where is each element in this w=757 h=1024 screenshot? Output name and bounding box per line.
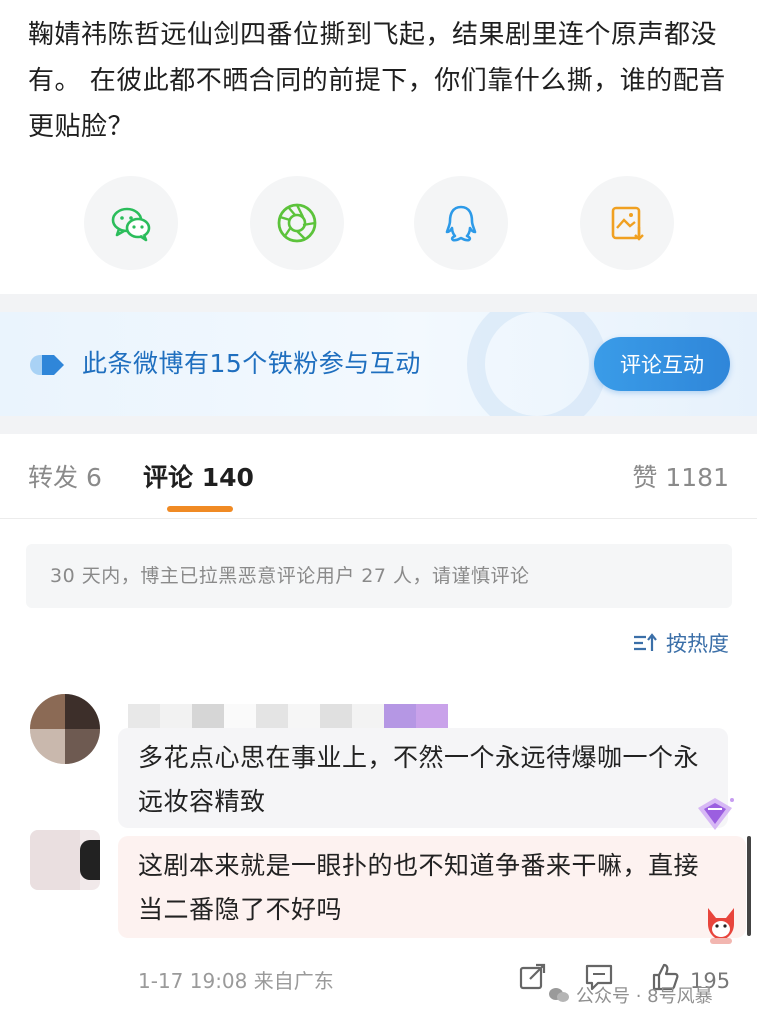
- blocked-users-notice: 30 天内，博主已拉黑恶意评论用户 27 人，请谨慎评论: [26, 544, 732, 608]
- moments-share-icon: [277, 203, 317, 243]
- comment-text[interactable]: 多花点心思在事业上，不然一个永远待爆咖一个永远妆容精致: [138, 736, 718, 824]
- section-divider: [0, 294, 757, 312]
- sort-icon: [634, 633, 657, 651]
- scrollbar[interactable]: [747, 836, 751, 936]
- tab-repost[interactable]: 转发 6: [28, 458, 102, 498]
- fans-banner-text: 此条微博有15个铁粉参与互动: [82, 349, 421, 378]
- tab-like[interactable]: 赞 1181: [632, 458, 729, 498]
- active-tab-indicator: [167, 506, 233, 512]
- watermark: 公众号 · 8号风暴: [548, 980, 713, 1010]
- share-icon[interactable]: [518, 962, 548, 992]
- wechat-share-icon: [111, 207, 151, 242]
- share-row: [0, 176, 757, 272]
- save-image-icon: [611, 206, 644, 241]
- replier-avatar[interactable]: [30, 830, 100, 890]
- save-image-button[interactable]: [580, 176, 674, 270]
- section-divider: [0, 416, 757, 434]
- wechat-share-button[interactable]: [84, 176, 178, 270]
- commenter-avatar[interactable]: [30, 694, 100, 764]
- sort-label: 按热度: [666, 632, 729, 656]
- reply-text[interactable]: 这剧本来就是一眼扑的也不知道争番来干嘛，直接当二番隐了不好吗: [138, 844, 708, 932]
- qq-share-icon: [445, 205, 477, 242]
- fox-sticker-icon: [708, 908, 734, 944]
- tab-comment[interactable]: 评论 140: [143, 458, 254, 498]
- banner-decoration: [467, 312, 607, 416]
- wechat-watermark-icon: [549, 988, 569, 1002]
- weibo-post-page: 鞠婧祎陈哲远仙剑四番位撕到飞起，结果剧里连个原声都没有。 在彼此都不晒合同的前提…: [0, 0, 757, 1024]
- qq-share-button[interactable]: [414, 176, 508, 270]
- comment-interact-button[interactable]: 评论互动: [594, 337, 730, 391]
- comment-time-location: 1-17 19:08 来自广东: [138, 969, 334, 993]
- post-text: 鞠婧祎陈哲远仙剑四番位撕到飞起，结果剧里连个原声都没有。 在彼此都不晒合同的前提…: [28, 20, 726, 142]
- tabs-divider: [0, 518, 757, 519]
- fan-badge-icon: [698, 798, 734, 830]
- moments-share-button[interactable]: [250, 176, 344, 270]
- fans-icon: [30, 355, 64, 375]
- watermark-text: 公众号 · 8号风暴: [576, 986, 713, 1007]
- sort-by-hot-button[interactable]: 按热度: [632, 626, 729, 660]
